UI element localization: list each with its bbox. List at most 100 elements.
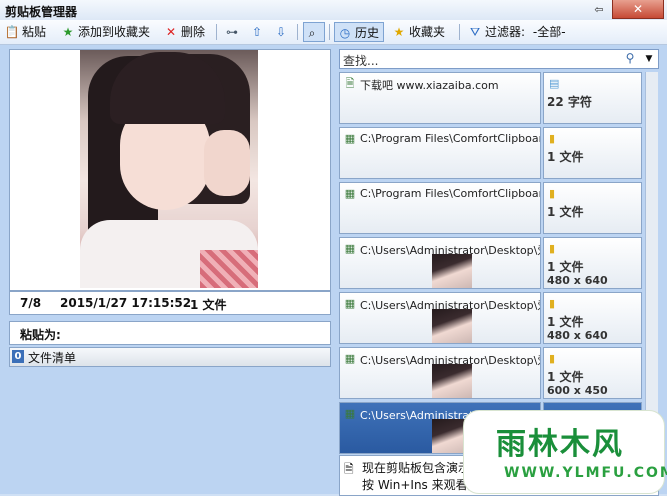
item-dimensions: 480 x 640 — [547, 329, 608, 342]
filter-value: -全部- — [532, 25, 566, 39]
search-icon[interactable]: ⚲ — [622, 51, 638, 67]
text-file-icon: 🗎 — [345, 77, 355, 90]
filter-dropdown[interactable]: ⛛ 过滤器: -全部- — [467, 22, 566, 42]
favorites-button[interactable]: ★ 收藏夹 — [391, 22, 445, 42]
item-count: 1 文件 — [190, 298, 227, 312]
folder-icon: ▮ — [549, 352, 556, 365]
tree-view-button[interactable]: ⊶ — [224, 22, 242, 42]
toolbar-separator — [459, 24, 460, 40]
delete-button[interactable]: ✕ 删除 — [163, 22, 205, 42]
files-icon: ▦ — [344, 187, 356, 200]
files-icon: ▦ — [344, 132, 356, 145]
toolbar-separator — [297, 24, 298, 40]
preview-image — [80, 50, 258, 288]
status-line-1: 现在剪贴板包含演示 — [362, 461, 471, 475]
paste-as-field[interactable]: 粘贴为: — [9, 321, 331, 345]
folder-icon: ▮ — [549, 132, 556, 145]
item-value: 1 文件 — [547, 150, 584, 164]
item-index: 7/8 — [20, 296, 42, 310]
star-add-icon: ★ — [62, 25, 74, 39]
close-button[interactable]: ✕ — [612, 0, 664, 19]
item-info[interactable]: ▮ 1 文件 — [543, 182, 642, 234]
chevron-down-icon[interactable]: ▼ — [642, 51, 656, 67]
title-bar: 剪贴板管理器 ⇦ ✕ — [0, 0, 667, 21]
item-info[interactable]: ▮ 1 文件 — [543, 127, 642, 179]
file-list-label: 文件清单 — [28, 351, 77, 365]
watermark-brand: 雨林木风 — [496, 427, 624, 462]
item-value: 1 文件 — [547, 315, 584, 329]
history-icon: ◷ — [339, 26, 351, 40]
filter-icon: ⛛ — [469, 25, 481, 39]
item-info[interactable]: ▮ 1 文件 600 x 450 — [543, 347, 642, 399]
files-icon: ▦ — [344, 297, 356, 310]
magnifier-icon: ⌕ — [308, 26, 316, 40]
watermark-url: WWW.YLMFU.COM — [504, 465, 667, 481]
list-item[interactable]: ▦ C:\Users\Administrator\Desktop\爱剪 ▮ 1 文件 4… — [339, 292, 642, 345]
add-favorites-label: 添加到收藏夹 — [78, 25, 151, 39]
preview-info-bar: 7/8 2015/1/27 17:15:52 1 文件 — [9, 291, 331, 315]
favorites-label: 收藏夹 — [409, 25, 446, 39]
search-toggle-button[interactable]: ⌕ — [303, 22, 325, 42]
add-to-favorites-button[interactable]: ★ 添加到收藏夹 — [60, 22, 150, 42]
folder-icon: ▮ — [549, 187, 556, 200]
pin-icon[interactable]: ⇦ — [592, 3, 606, 16]
item-content[interactable]: ▦ C:\Program Files\ComfortClipboard\B — [339, 127, 541, 179]
list-badge: 0 — [12, 350, 24, 363]
item-text: 下载吧 www.xiazaiba.com — [360, 79, 499, 92]
delete-icon: ✕ — [165, 25, 177, 39]
list-item[interactable]: ▦ C:\Users\Administrator\Desktop\爱剪 ▮ 1 文件 4… — [339, 237, 642, 290]
item-datetime: 2015/1/27 17:15:52 — [60, 296, 192, 310]
item-content[interactable]: ▦ C:\Users\Administrator\Desktop\爱剪 — [339, 292, 541, 344]
item-text: C:\Program Files\ComfortClipboard\C — [360, 187, 540, 200]
item-content[interactable]: 🗎 下载吧 www.xiazaiba.com — [339, 72, 541, 124]
text-type-icon: ▤ — [549, 77, 560, 90]
paste-button[interactable]: 📋 粘贴 — [4, 22, 47, 42]
preview-pane — [9, 49, 331, 291]
tree-icon: ⊶ — [226, 25, 238, 39]
item-text: C:\Program Files\ComfortClipboard\B — [360, 132, 540, 145]
item-info[interactable]: ▮ 1 文件 480 x 640 — [543, 292, 642, 344]
text-file-icon: 🗎 — [344, 462, 354, 476]
delete-label: 删除 — [181, 25, 206, 39]
list-item[interactable]: ▦ C:\Users\Administrator\Desktop\爱剪 ▮ 1 文件 6… — [339, 347, 642, 400]
paste-label: 粘贴 — [22, 25, 47, 39]
star-icon: ★ — [393, 25, 405, 39]
item-thumbnail — [432, 254, 472, 288]
files-icon: ▦ — [344, 242, 356, 255]
arrow-up-icon: ⇧ — [251, 25, 263, 39]
arrow-down-icon: ⇩ — [275, 25, 287, 39]
item-thumbnail — [432, 309, 472, 343]
item-content[interactable]: ▦ C:\Program Files\ComfortClipboard\C — [339, 182, 541, 234]
list-item[interactable]: 🗎 下载吧 www.xiazaiba.com ▤ 22 字符 — [339, 72, 642, 125]
file-list-option[interactable]: 0 文件清单 — [9, 347, 331, 367]
item-content[interactable]: ▦ C:\Users\Administrator\Desktop\爱剪 — [339, 347, 541, 399]
item-value: 1 文件 — [547, 260, 584, 274]
history-label: 历史 — [355, 26, 380, 40]
item-dimensions: 600 x 450 — [547, 384, 608, 397]
item-content[interactable]: ▦ C:\Users\Administrator\Desktop\爱剪 — [339, 237, 541, 289]
paste-as-label: 粘贴为: — [20, 328, 61, 342]
list-item[interactable]: ▦ C:\Program Files\ComfortClipboard\C ▮ 1 文… — [339, 182, 642, 235]
files-icon: ▦ — [344, 352, 356, 365]
item-info[interactable]: ▤ 22 字符 — [543, 72, 642, 124]
move-up-button[interactable]: ⇧ — [249, 22, 267, 42]
filter-label: 过滤器: — [485, 25, 526, 39]
history-button[interactable]: ◷ 历史 — [334, 22, 385, 42]
item-info[interactable]: ▮ 1 文件 480 x 640 — [543, 237, 642, 289]
item-thumbnail — [432, 364, 472, 398]
item-value: 1 文件 — [547, 205, 584, 219]
toolbar: 📋 粘贴 ★ 添加到收藏夹 ✕ 删除 ⊶ ⇧ ⇩ ⌕ ◷ 历史 ★ 收藏夹 ⛛ 过滤器: -… — [0, 20, 667, 45]
folder-icon: ▮ — [549, 297, 556, 310]
item-value: 22 字符 — [547, 95, 592, 109]
move-down-button[interactable]: ⇩ — [273, 22, 291, 42]
search-box[interactable]: 查找... ⚲ ▼ — [339, 49, 659, 69]
list-item[interactable]: ▦ C:\Program Files\ComfortClipboard\B ▮ 1 文… — [339, 127, 642, 180]
folder-icon: ▮ — [549, 242, 556, 255]
item-value: 1 文件 — [547, 370, 584, 384]
clipboard-icon: 📋 — [4, 25, 20, 39]
toolbar-separator — [216, 24, 217, 40]
watermark-logo: 雨林木风 WWW.YLMFU.COM — [463, 410, 667, 494]
search-input[interactable]: 查找... — [343, 52, 378, 69]
files-icon: ▦ — [344, 407, 356, 420]
toolbar-separator — [329, 24, 330, 40]
